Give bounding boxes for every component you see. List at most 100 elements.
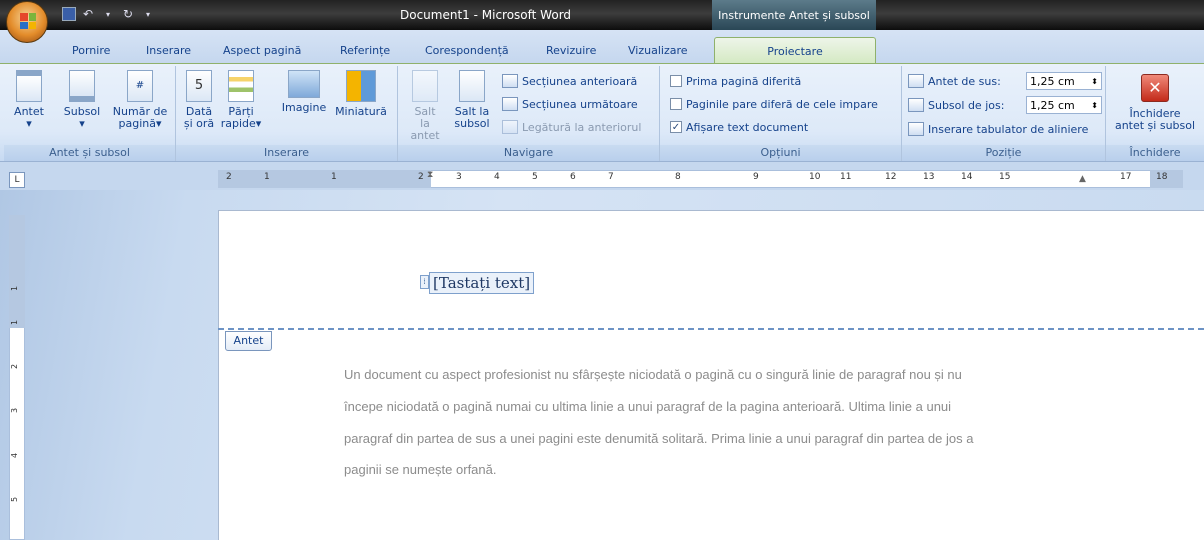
subsol-jos-value: 1,25 cm — [1030, 98, 1075, 112]
redo-icon[interactable]: ↻ — [120, 6, 136, 22]
subsol-de-jos-row: Subsol de jos: 1,25 cm ⬍ — [908, 96, 1102, 114]
vruler-mark: 1 — [10, 285, 20, 292]
ruler-marks: 2 1 1 2 3 4 5 6 7 8 9 10 11 12 13 14 15 … — [218, 170, 1183, 188]
sect-urm-label: Secțiunea următoare — [522, 97, 638, 111]
header-page-icon — [16, 70, 42, 102]
imagine-button[interactable]: Imagine — [280, 70, 328, 114]
subsol-button[interactable]: Subsol ▾ — [62, 70, 102, 130]
header-separator — [218, 328, 1204, 330]
dropdown-icon[interactable]: ▾ — [100, 6, 116, 22]
vruler-mark: 5 — [10, 496, 20, 503]
footer-page-icon — [69, 70, 95, 102]
data-ora-button[interactable]: 5 Dată și oră — [182, 70, 216, 130]
prima-pagina-diferita-checkbox[interactable]: Prima pagină diferită — [670, 72, 801, 90]
link-previous-icon — [502, 120, 518, 134]
sectiunea-urmatoare-button[interactable]: Secțiunea următoare — [502, 95, 638, 113]
salt-antet-label-2: antet — [410, 129, 440, 142]
sect-ant-label: Secțiunea anterioară — [522, 74, 638, 88]
body-line[interactable]: paginii se numește orfană. — [344, 462, 496, 477]
goto-footer-icon — [459, 70, 485, 102]
body-line[interactable]: începe niciodată o pagină numai cu ultim… — [344, 399, 951, 414]
miniatura-button[interactable]: Miniatură — [330, 70, 392, 118]
pare-label: Paginile pare diferă de cele impare — [686, 97, 878, 111]
body-line[interactable]: paragraf din partea de sus a unei pagini… — [344, 431, 973, 446]
tab-proiectare[interactable]: Proiectare — [714, 37, 876, 64]
parti-rapide-button[interactable]: Părți rapide▾ — [220, 70, 262, 130]
window-title: Document1 - Microsoft Word — [400, 8, 572, 22]
vruler-mark: 3 — [10, 407, 20, 414]
ruler-mark: 13 — [923, 172, 935, 182]
tab-revizuire[interactable]: Revizuire — [546, 44, 596, 57]
tab-aspect-pagina[interactable]: Aspect pagină — [223, 44, 301, 57]
afisare-label: Afișare text document — [686, 120, 809, 134]
antet-sus-spinner[interactable]: 1,25 cm ⬍ — [1026, 72, 1102, 90]
tab-referinte[interactable]: Referințe — [340, 44, 390, 57]
subsol-jos-label: Subsol de jos: — [928, 98, 1005, 112]
right-indent-marker-icon[interactable]: ▲ — [1079, 174, 1086, 184]
group-optiuni: Prima pagină diferită Paginile pare dife… — [660, 66, 902, 161]
inchidere-label-2: antet și subsol — [1114, 119, 1196, 132]
ruler-mark: 1 — [264, 172, 270, 182]
data-label-2: și oră — [183, 117, 215, 130]
group-inserare: 5 Dată și oră Părți rapide▾ Imagine Miniat… — [176, 66, 398, 161]
ruler-mark: 3 — [456, 172, 462, 182]
salt-antet-button[interactable]: Salt la antet — [410, 70, 440, 142]
prima-label: Prima pagină diferită — [686, 74, 802, 88]
checkbox-unchecked-icon — [670, 75, 682, 87]
tab-pornire[interactable]: Pornire — [72, 44, 110, 57]
quick-access-toolbar: ↶ ▾ ↻ ▾ — [62, 6, 156, 22]
antet-button[interactable]: Antet ▾ — [12, 70, 46, 130]
inserare-tabulator-button[interactable]: Inserare tabulator de aliniere — [908, 120, 1088, 138]
picture-icon — [288, 70, 320, 98]
quick-parts-icon — [228, 70, 254, 102]
ruler-mark: 17 — [1120, 172, 1132, 182]
imagine-label: Imagine — [281, 101, 327, 114]
body-line[interactable]: Un document cu aspect profesionist nu sf… — [344, 367, 962, 382]
tab-corespondenta[interactable]: Corespondență — [425, 44, 509, 57]
previous-section-icon — [502, 74, 518, 88]
ruler-mark: 14 — [961, 172, 973, 182]
close-icon: ✕ — [1141, 74, 1169, 102]
antet-sus-label: Antet de sus: — [928, 74, 1001, 88]
group-label-optiuni: Opțiuni — [660, 145, 901, 161]
contextual-tab-title: Instrumente Antet și subsol — [712, 0, 876, 30]
save-icon[interactable] — [62, 7, 76, 21]
antet-de-sus-row: Antet de sus: 1,25 cm ⬍ — [908, 72, 1102, 90]
ruler-mark: 10 — [809, 172, 821, 182]
customize-qat-icon[interactable]: ▾ — [140, 6, 156, 22]
group-label-navigare: Navigare — [398, 145, 659, 161]
header-placeholder[interactable]: [Tastați text] — [429, 272, 535, 294]
header-tag: Antet — [225, 331, 272, 351]
salt-subsol-button[interactable]: Salt la subsol — [452, 70, 492, 130]
alignment-tab-icon — [908, 122, 924, 136]
group-label-inchidere: Închidere — [1106, 145, 1204, 161]
group-label-pozitie: Poziție — [902, 145, 1105, 161]
miniatura-label: Miniatură — [335, 105, 387, 118]
group-label-antet-subsol: Antet și subsol — [4, 145, 175, 161]
group-label-inserare: Inserare — [176, 145, 397, 161]
spin-arrows-icon[interactable]: ⬍ — [1091, 77, 1098, 86]
spin-arrows-icon[interactable]: ⬍ — [1091, 101, 1098, 110]
tab-selector[interactable]: L — [9, 172, 25, 188]
ruler-mark: 15 — [999, 172, 1011, 182]
afisare-text-checkbox[interactable]: ✓ Afișare text document — [670, 118, 808, 136]
sectiunea-anterioara-button[interactable]: Secțiunea anterioară — [502, 72, 637, 90]
group-navigare: Salt la antet Salt la subsol Secțiunea ant… — [398, 66, 660, 161]
legatura-label: Legătură la anteriorul — [522, 120, 642, 134]
tab-vizualizare[interactable]: Vizualizare — [628, 44, 688, 57]
footer-position-icon — [908, 98, 924, 112]
header-position-icon — [908, 74, 924, 88]
office-button[interactable] — [6, 1, 48, 43]
legatura-anteriorul-button[interactable]: Legătură la anteriorul — [502, 118, 641, 136]
inchidere-antet-subsol-button[interactable]: ✕ Închidere antet și subsol — [1108, 74, 1202, 132]
indent-marker-icon[interactable]: ⧗ — [427, 170, 433, 180]
vruler-mark: 1 — [10, 319, 20, 326]
numar-label-2: pagină — [118, 117, 156, 130]
tab-inserare[interactable]: Inserare — [146, 44, 191, 57]
content-control-handle-icon[interactable]: ⁞ — [420, 275, 429, 289]
pare-impare-checkbox[interactable]: Paginile pare diferă de cele impare — [670, 95, 878, 113]
salt-antet-label-1: Salt la — [414, 105, 436, 130]
subsol-jos-spinner[interactable]: 1,25 cm ⬍ — [1026, 96, 1102, 114]
numar-pagina-button[interactable]: # Număr de pagină▾ — [108, 70, 172, 130]
undo-icon[interactable]: ↶ — [80, 6, 96, 22]
